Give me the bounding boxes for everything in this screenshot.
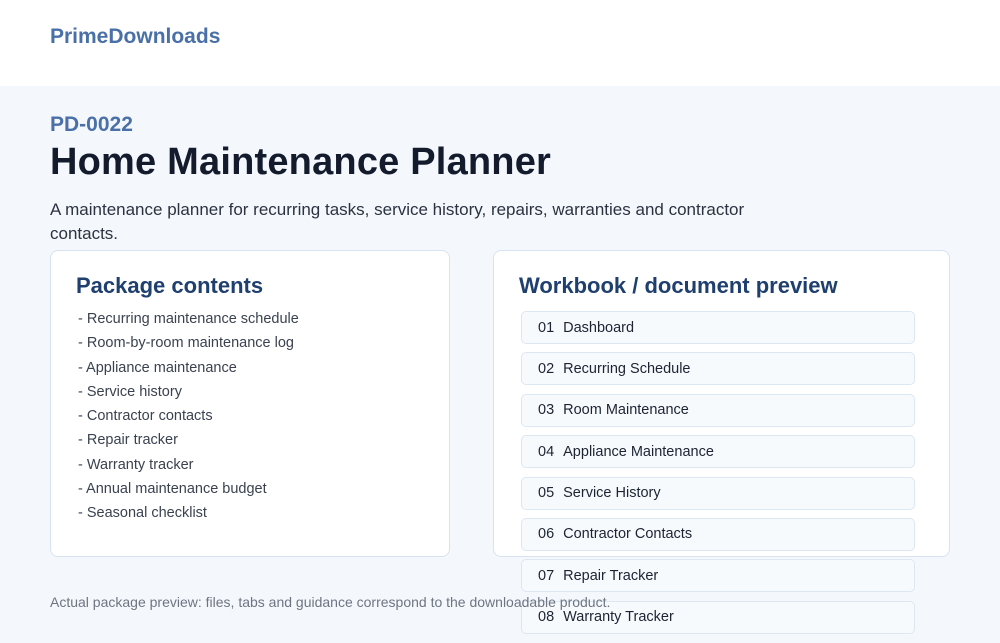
product-code: PD-0022 bbox=[50, 113, 133, 136]
preview-item-number: 08 bbox=[538, 609, 555, 626]
preview-item-appliance-maintenance[interactable]: 04 Appliance Maintenance bbox=[521, 435, 915, 469]
package-contents-list: - Recurring maintenance schedule - Room-… bbox=[78, 307, 299, 526]
preview-item-number: 07 bbox=[538, 567, 555, 584]
preview-item-label: Contractor Contacts bbox=[563, 526, 693, 543]
preview-item-label: Recurring Schedule bbox=[563, 360, 691, 377]
list-item: - Repair tracker bbox=[78, 432, 178, 449]
preview-item-room-maintenance[interactable]: 03 Room Maintenance bbox=[521, 393, 915, 427]
preview-item-label: Appliance Maintenance bbox=[563, 443, 714, 460]
top-bar: PrimeDownloads bbox=[0, 0, 1000, 86]
page-title: Home Maintenance Planner bbox=[50, 141, 552, 183]
preview-item-service-history[interactable]: 05 Service History bbox=[521, 476, 915, 510]
preview-item-number: 01 bbox=[538, 319, 555, 336]
preview-item-number: 02 bbox=[538, 360, 555, 377]
preview-item-number: 04 bbox=[538, 443, 555, 460]
list-item: - Contractor contacts bbox=[78, 408, 213, 425]
package-preview-footnote: Actual package preview: files, tabs and … bbox=[50, 594, 611, 610]
preview-item-label: Repair Tracker bbox=[563, 567, 659, 584]
preview-item-number: 03 bbox=[538, 402, 555, 419]
preview-item-repair-tracker[interactable]: 07 Repair Tracker bbox=[521, 559, 915, 593]
list-item: - Appliance maintenance bbox=[78, 359, 237, 376]
product-description: A maintenance planner for recurring task… bbox=[50, 200, 745, 243]
package-contents-card: Package contents - Recurring maintenance… bbox=[50, 250, 450, 557]
package-contents-heading: Package contents bbox=[76, 273, 264, 298]
preview-item-label: Warranty Tracker bbox=[563, 609, 674, 626]
brand-logo-link[interactable]: PrimeDownloads bbox=[50, 25, 220, 49]
preview-item-number: 05 bbox=[538, 485, 555, 502]
preview-item-contractor-contacts[interactable]: 06 Contractor Contacts bbox=[521, 517, 915, 551]
workbook-preview-heading: Workbook / document preview bbox=[519, 273, 838, 298]
list-item: - Warranty tracker bbox=[78, 456, 194, 473]
list-item: - Annual maintenance budget bbox=[78, 481, 267, 498]
list-item: - Recurring maintenance schedule bbox=[78, 311, 299, 327]
preview-item-recurring-schedule[interactable]: 02 Recurring Schedule bbox=[521, 352, 915, 386]
list-item: - Seasonal checklist bbox=[78, 505, 207, 522]
workbook-preview-list: 01 Dashboard 02 Recurring Schedule 03 Ro… bbox=[521, 311, 915, 642]
preview-item-label: Dashboard bbox=[563, 319, 635, 336]
list-item: - Room-by-room maintenance log bbox=[78, 335, 294, 352]
preview-item-label: Service History bbox=[563, 485, 661, 502]
preview-item-dashboard[interactable]: 01 Dashboard bbox=[521, 311, 915, 344]
list-item: - Service history bbox=[78, 383, 182, 400]
preview-item-number: 06 bbox=[538, 526, 555, 543]
preview-item-label: Room Maintenance bbox=[563, 402, 689, 419]
